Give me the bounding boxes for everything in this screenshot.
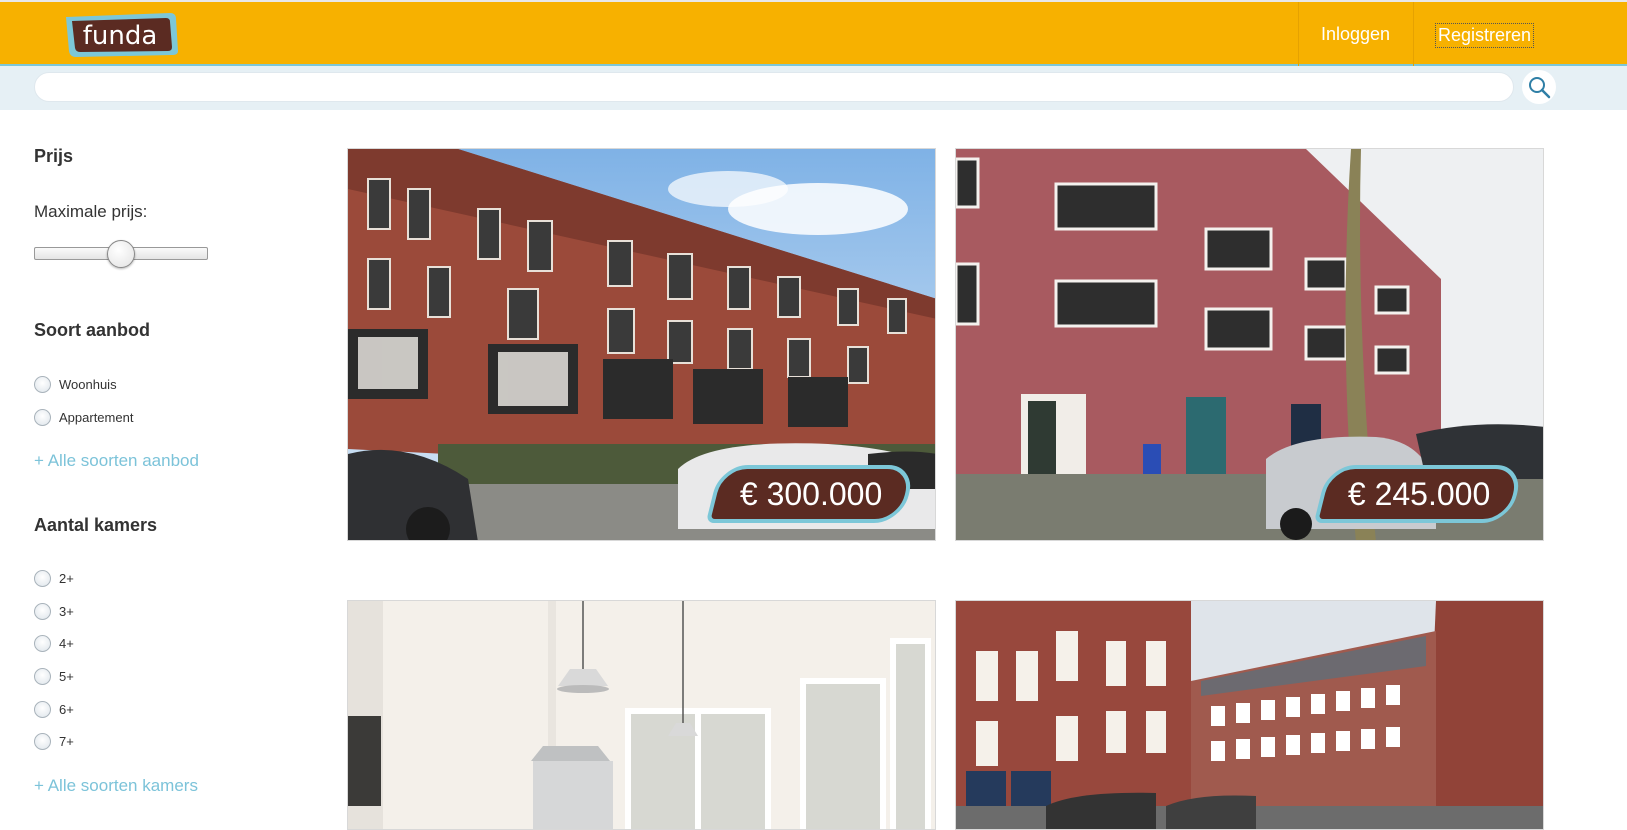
max-price-slider[interactable] — [34, 240, 208, 268]
option-label: Appartement — [59, 409, 134, 425]
offer-type-heading: Soort aanbod — [34, 320, 150, 340]
price-badge: € 300.000 — [705, 465, 917, 523]
option-label: 5+ — [59, 668, 74, 684]
listing-photo — [348, 601, 935, 829]
option-label: 7+ — [59, 733, 74, 749]
listing-card[interactable] — [955, 600, 1544, 830]
radio-button[interactable] — [34, 569, 51, 587]
option-label: 3+ — [59, 603, 74, 619]
radio-button[interactable] — [34, 375, 51, 393]
nav-divider — [1298, 2, 1299, 66]
search-bar — [0, 66, 1627, 110]
option-label: Woonhuis — [59, 376, 117, 392]
option-label: 2+ — [59, 570, 74, 586]
price-text: € 300.000 — [739, 475, 883, 512]
nav-divider — [1413, 2, 1414, 66]
option-label: 6+ — [59, 701, 74, 717]
radio-button[interactable] — [34, 602, 51, 620]
listing-card[interactable]: € 245.000 — [955, 148, 1544, 541]
top-navigation-bar: funda Inloggen Registreren — [0, 0, 1627, 66]
listing-card[interactable] — [347, 600, 936, 830]
offer-type-option-woonhuis[interactable]: Woonhuis — [34, 374, 117, 394]
logo-text: funda — [83, 21, 158, 51]
rooms-option-6[interactable]: 6+ — [34, 699, 74, 719]
rooms-option-3[interactable]: 3+ — [34, 601, 74, 621]
login-link[interactable]: Inloggen — [1321, 24, 1390, 45]
rooms-option-2[interactable]: 2+ — [34, 568, 74, 588]
search-icon — [1529, 77, 1551, 99]
radio-button[interactable] — [34, 732, 51, 750]
all-room-types-link[interactable]: + Alle soorten kamers — [34, 776, 198, 796]
radio-button[interactable] — [34, 634, 51, 652]
all-offer-types-link[interactable]: + Alle soorten aanbod — [34, 451, 199, 471]
radio-button[interactable] — [34, 408, 51, 426]
price-badge: € 245.000 — [1313, 465, 1525, 523]
radio-button[interactable] — [34, 667, 51, 685]
option-label: 4+ — [59, 635, 74, 651]
price-heading: Prijs — [34, 146, 74, 166]
listing-card[interactable]: € 300.000 — [347, 148, 936, 541]
max-price-label: Maximale prijs: — [34, 202, 148, 221]
slider-handle[interactable] — [107, 240, 135, 268]
rooms-option-5[interactable]: 5+ — [34, 666, 74, 686]
radio-button[interactable] — [34, 700, 51, 718]
search-button[interactable] — [1522, 70, 1556, 104]
search-input[interactable] — [34, 72, 1514, 102]
rooms-option-4[interactable]: 4+ — [34, 633, 74, 653]
register-link[interactable]: Registreren — [1434, 23, 1535, 48]
price-text: € 245.000 — [1347, 475, 1491, 512]
offer-type-option-appartement[interactable]: Appartement — [34, 407, 133, 427]
funda-logo[interactable]: funda — [62, 11, 182, 57]
listing-photo — [956, 601, 1543, 829]
rooms-option-7[interactable]: 7+ — [34, 731, 74, 751]
rooms-heading: Aantal kamers — [34, 515, 158, 535]
